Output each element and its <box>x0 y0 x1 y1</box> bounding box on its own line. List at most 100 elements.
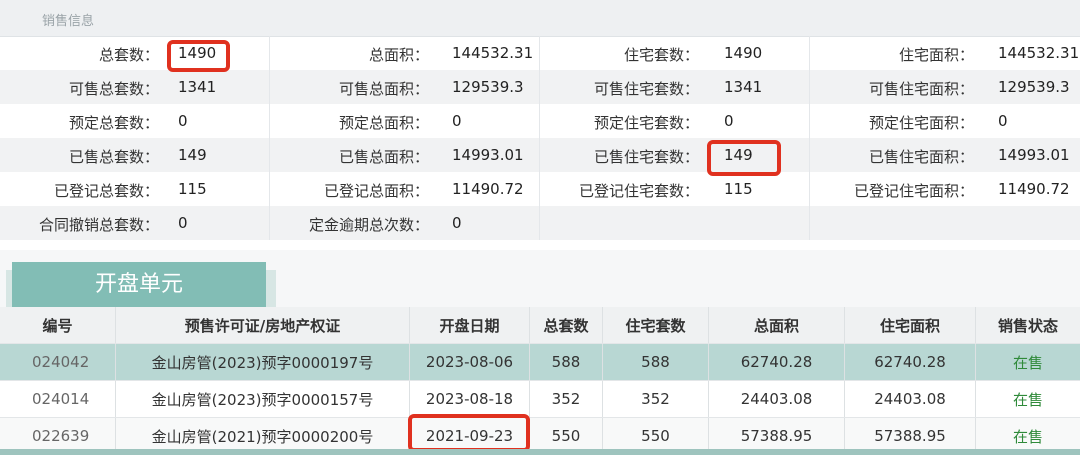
cell-date: 2023-08-06 <box>410 344 530 380</box>
stat-label: 已售住宅套数： <box>593 148 699 166</box>
sales-info-panel: 销售信息 总套数： 1490 总面积： 144532.31 住宅套数： 1490 住宅… <box>0 0 1080 250</box>
stat-cell: 定金逾期总次数： 0 <box>270 206 540 240</box>
stat-value: 115 <box>178 180 207 198</box>
stat-cell: 已登记总套数： 115 <box>0 172 270 206</box>
stat-cell: 已登记住宅面积： 11490.72 <box>810 172 1080 206</box>
stat-cell: 可售住宅套数： 1341 <box>540 70 810 104</box>
stats-row: 可售总套数： 1341 可售总面积： 129539.3 可售住宅套数： 1341 可售… <box>0 70 1080 104</box>
stat-cell: 已售总面积： 14993.01 <box>270 138 540 172</box>
stat-label: 已售总面积： <box>338 148 429 166</box>
stat-value: 1490 <box>724 44 763 62</box>
col-header: 总面积 <box>709 307 845 343</box>
stat-label: 住宅面积： <box>898 46 974 64</box>
stat-label: 已售住宅面积： <box>868 148 974 166</box>
stat-cell: 预定住宅面积： 0 <box>810 104 1080 138</box>
stats-row: 已登记总套数： 115 已登记总面积： 11490.72 已登记住宅套数： 115 已… <box>0 172 1080 206</box>
col-header: 编号 <box>0 307 116 343</box>
table-row[interactable]: 024014 金山房管(2023)预字0000157号 2023-08-18 3… <box>0 381 1080 418</box>
cell-id: 024014 <box>0 381 116 417</box>
stat-cell: 住宅套数： 1490 <box>540 36 810 70</box>
col-header: 住宅套数 <box>603 307 709 343</box>
stat-label: 已售总套数： <box>68 148 159 166</box>
stat-value: 1341 <box>178 78 217 96</box>
stat-label: 预定住宅面积： <box>868 114 974 132</box>
cell-total-area: 62740.28 <box>709 344 845 380</box>
cell-permit[interactable]: 金山房管(2023)预字0000197号 <box>116 344 410 380</box>
col-header: 开盘日期 <box>410 307 530 343</box>
stats-row: 已售总套数： 149 已售总面积： 14993.01 已售住宅套数： 149 已售住宅… <box>0 138 1080 172</box>
stat-value: 115 <box>724 180 753 198</box>
stat-cell: 预定总面积： 0 <box>270 104 540 138</box>
stat-label: 预定总套数： <box>68 114 159 132</box>
section-header: 销售信息 <box>0 0 1080 37</box>
cell-permit[interactable]: 金山房管(2023)预字0000157号 <box>116 381 410 417</box>
stat-cell-empty <box>540 206 810 240</box>
highlight-box-opening-date <box>408 414 530 452</box>
stat-value: 144532.31 <box>998 44 1080 62</box>
stat-value: 144532.31 <box>452 44 534 62</box>
stats-row: 总套数： 1490 总面积： 144532.31 住宅套数： 1490 住宅面积： 14… <box>0 36 1080 70</box>
cell-total-units: 352 <box>530 381 603 417</box>
stat-label: 住宅套数： <box>623 46 699 64</box>
stat-cell-empty <box>810 206 1080 240</box>
stat-value: 129539.3 <box>998 78 1070 96</box>
stat-value: 1341 <box>724 78 763 96</box>
cell-date: 2023-08-18 <box>410 381 530 417</box>
stat-value: 14993.01 <box>452 146 524 164</box>
stat-cell: 可售总面积： 129539.3 <box>270 70 540 104</box>
stat-cell: 可售住宅面积： 129539.3 <box>810 70 1080 104</box>
stat-label: 可售住宅套数： <box>593 80 699 98</box>
stat-label: 定金逾期总次数： <box>308 216 429 234</box>
stat-label: 已登记总套数： <box>53 182 159 200</box>
units-table: 编号 预售许可证/房地产权证 开盘日期 总套数 住宅套数 总面积 住宅面积 销售… <box>0 307 1080 455</box>
stat-value: 0 <box>178 214 188 232</box>
stat-label: 可售总面积： <box>338 80 429 98</box>
stat-cell: 合同撤销总套数： 0 <box>0 206 270 240</box>
stat-value: 0 <box>178 112 188 130</box>
stat-label: 可售住宅面积： <box>868 80 974 98</box>
stat-label: 已登记住宅套数： <box>578 182 699 200</box>
stats-grid: 总套数： 1490 总面积： 144532.31 住宅套数： 1490 住宅面积： 14… <box>0 36 1080 240</box>
stat-cell: 预定住宅套数： 0 <box>540 104 810 138</box>
table-header-row: 编号 预售许可证/房地产权证 开盘日期 总套数 住宅套数 总面积 住宅面积 销售… <box>0 307 1080 344</box>
stat-value: 11490.72 <box>452 180 524 198</box>
cell-status: 在售 <box>1012 353 1043 372</box>
stat-label: 总面积： <box>368 46 429 64</box>
stat-cell: 可售总套数： 1341 <box>0 70 270 104</box>
stat-label: 已登记住宅面积： <box>853 182 974 200</box>
stat-cell: 住宅面积： 144532.31 <box>810 36 1080 70</box>
stat-label: 已登记总面积： <box>323 182 429 200</box>
stat-label: 合同撤销总套数： <box>38 216 159 234</box>
stat-cell: 已售住宅面积： 14993.01 <box>810 138 1080 172</box>
col-header: 总套数 <box>530 307 603 343</box>
cell-status: 在售 <box>1012 390 1043 409</box>
stat-label: 总套数： <box>98 46 159 64</box>
col-header: 销售状态 <box>997 316 1058 335</box>
cell-residential-area: 62740.28 <box>845 344 976 380</box>
stat-value: 11490.72 <box>998 180 1070 198</box>
highlight-box-total-units <box>167 40 230 72</box>
table-row[interactable]: 024042 金山房管(2023)预字0000197号 2023-08-06 5… <box>0 344 1080 381</box>
stat-label: 预定住宅套数： <box>593 114 699 132</box>
stat-cell: 已登记总面积： 11490.72 <box>270 172 540 206</box>
cell-residential-area: 24403.08 <box>845 381 976 417</box>
section-title: 销售信息 <box>42 14 95 29</box>
stat-value: 129539.3 <box>452 78 524 96</box>
cell-total-area: 24403.08 <box>709 381 845 417</box>
stat-value: 0 <box>998 112 1008 130</box>
tab-container: 开盘单元 <box>0 262 280 307</box>
bottom-bar <box>0 449 1080 455</box>
stat-value: 0 <box>724 112 734 130</box>
stat-value: 14993.01 <box>998 146 1070 164</box>
cell-id: 024042 <box>0 344 116 380</box>
stat-cell: 总面积： 144532.31 <box>270 36 540 70</box>
stat-label: 可售总套数： <box>68 80 159 98</box>
stat-value: 0 <box>452 112 462 130</box>
stat-cell: 预定总套数： 0 <box>0 104 270 138</box>
stat-value: 149 <box>178 146 207 164</box>
stat-value: 0 <box>452 214 462 232</box>
tab-opening-units[interactable]: 开盘单元 <box>12 262 266 307</box>
col-header: 预售许可证/房地产权证 <box>116 307 410 343</box>
stat-cell: 已售总套数： 149 <box>0 138 270 172</box>
stats-row: 预定总套数： 0 预定总面积： 0 预定住宅套数： 0 预定住宅面积： 0 <box>0 104 1080 138</box>
